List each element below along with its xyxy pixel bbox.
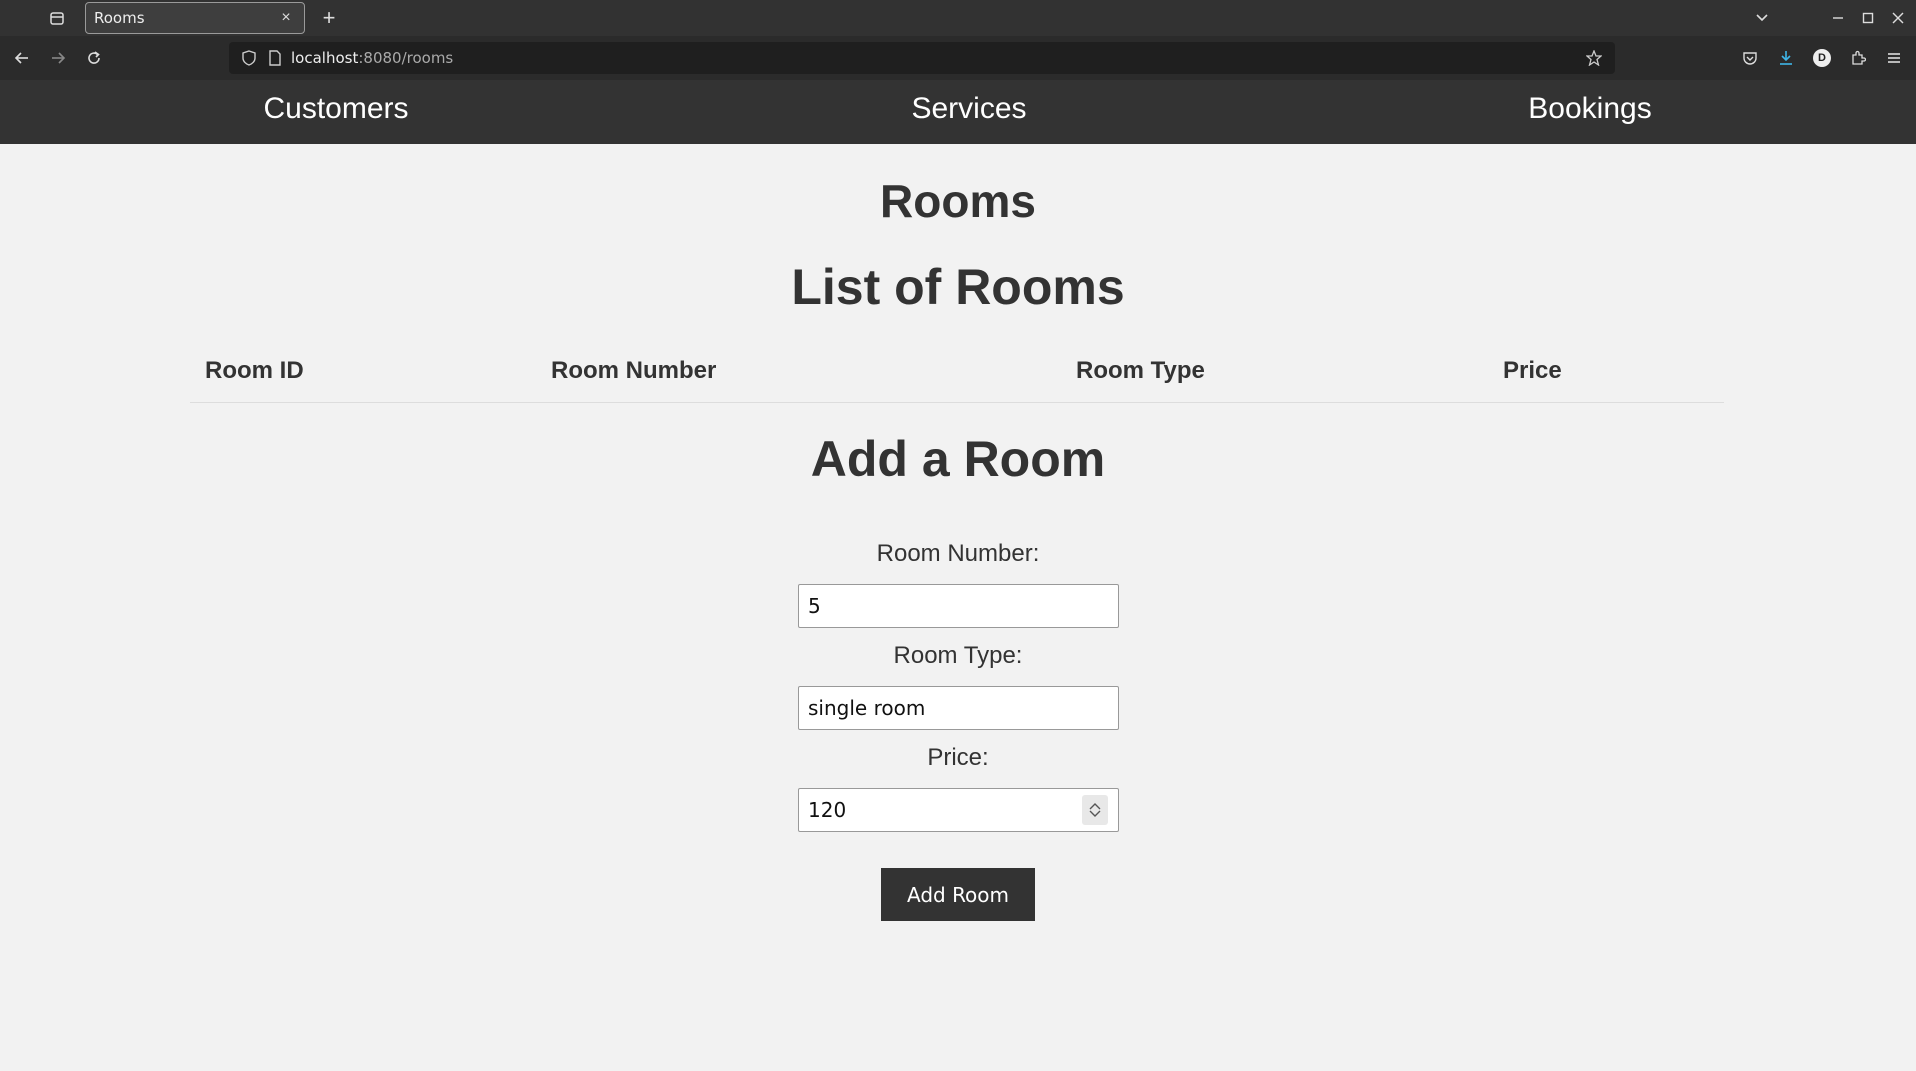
page-title: Rooms bbox=[880, 175, 1036, 227]
app-navigation: Customers Services Bookings bbox=[0, 80, 1916, 144]
nav-link-bookings[interactable]: Bookings bbox=[1490, 92, 1690, 126]
room-number-label: Room Number: bbox=[876, 540, 1040, 567]
nav-link-customers[interactable]: Customers bbox=[236, 92, 436, 126]
browser-tab-bar: Rooms × + bbox=[0, 0, 1916, 36]
rooms-table: Room ID Room Number Room Type Price bbox=[190, 342, 1724, 403]
bookmark-star-icon[interactable] bbox=[1583, 47, 1605, 69]
price-value: 120 bbox=[808, 798, 847, 822]
nav-link-services[interactable]: Services bbox=[869, 92, 1069, 126]
url-bar[interactable]: localhost:8080/rooms bbox=[229, 42, 1615, 74]
forward-arrow-icon[interactable] bbox=[46, 46, 70, 70]
shield-icon[interactable] bbox=[239, 48, 259, 68]
reload-icon[interactable] bbox=[82, 46, 106, 70]
column-header-room-number: Room Number bbox=[536, 342, 1061, 403]
list-title: List of Rooms bbox=[791, 259, 1125, 315]
pocket-icon[interactable] bbox=[1738, 46, 1762, 70]
extensions-icon[interactable] bbox=[1846, 46, 1870, 70]
browser-tab[interactable]: Rooms × bbox=[85, 2, 305, 34]
chevron-down-icon[interactable] bbox=[1750, 6, 1774, 30]
table-header-row: Room ID Room Number Room Type Price bbox=[190, 342, 1724, 403]
spinner-up-icon bbox=[1089, 803, 1101, 810]
url-path: :8080/rooms bbox=[358, 49, 454, 67]
add-room-button[interactable]: Add Room bbox=[881, 868, 1035, 921]
column-header-room-id: Room ID bbox=[190, 342, 536, 403]
profile-initial: D bbox=[1813, 49, 1831, 67]
tab-list-icon[interactable] bbox=[44, 7, 70, 29]
column-header-room-type: Room Type bbox=[1061, 342, 1488, 403]
tab-title: Rooms bbox=[94, 9, 145, 27]
room-number-value: 5 bbox=[808, 594, 821, 618]
browser-toolbar: localhost:8080/rooms D bbox=[0, 36, 1916, 80]
maximize-icon[interactable] bbox=[1856, 6, 1880, 30]
url-host: localhost bbox=[291, 49, 359, 67]
room-type-label: Room Type: bbox=[893, 642, 1023, 669]
price-input[interactable]: 120 bbox=[798, 788, 1119, 832]
number-spinner[interactable] bbox=[1082, 795, 1108, 825]
minimize-icon[interactable] bbox=[1826, 6, 1850, 30]
page-icon[interactable] bbox=[265, 48, 285, 68]
spinner-down-icon bbox=[1089, 810, 1101, 817]
back-arrow-icon[interactable] bbox=[10, 46, 34, 70]
new-tab-button[interactable]: + bbox=[315, 4, 343, 32]
add-room-title: Add a Room bbox=[810, 431, 1106, 487]
download-icon[interactable] bbox=[1774, 46, 1798, 70]
room-type-input[interactable]: single room bbox=[798, 686, 1119, 730]
price-label: Price: bbox=[927, 744, 989, 771]
room-number-input[interactable]: 5 bbox=[798, 584, 1119, 628]
close-tab-icon[interactable]: × bbox=[276, 9, 296, 27]
close-window-icon[interactable] bbox=[1886, 6, 1910, 30]
menu-icon[interactable] bbox=[1882, 46, 1906, 70]
column-header-price: Price bbox=[1488, 342, 1724, 403]
room-type-value: single room bbox=[808, 696, 926, 720]
profile-avatar[interactable]: D bbox=[1810, 46, 1834, 70]
